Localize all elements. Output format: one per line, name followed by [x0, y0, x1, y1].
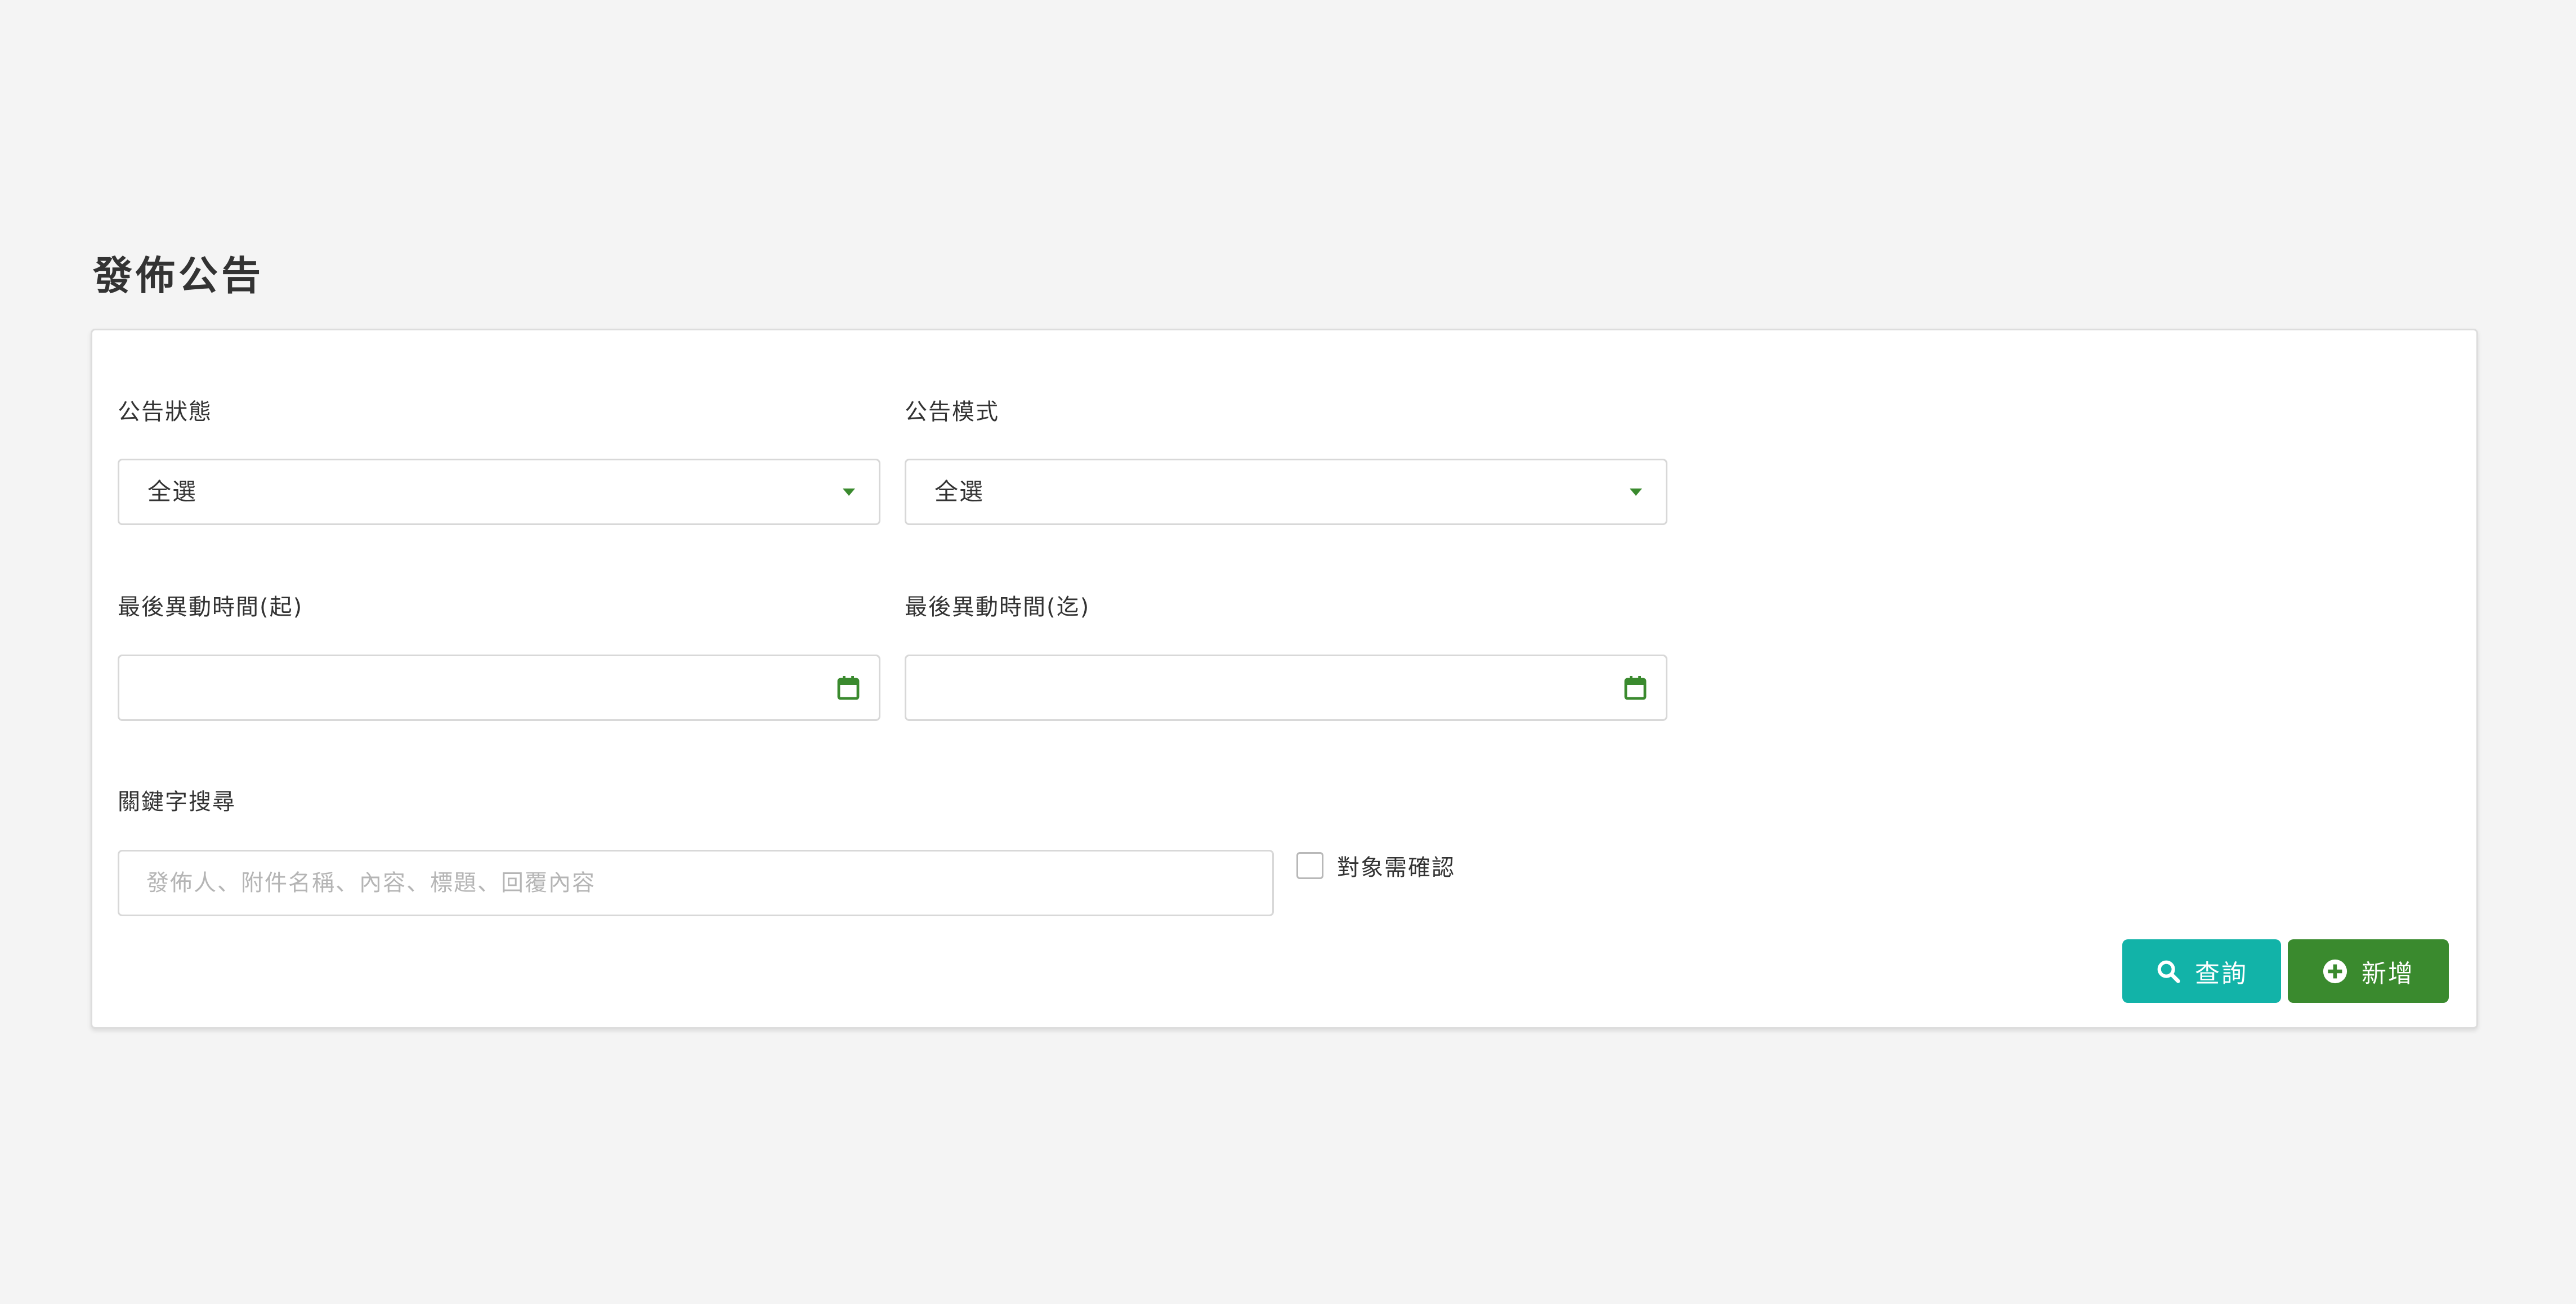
status-select-value: 全選 — [147, 478, 198, 505]
calendar-icon[interactable] — [1624, 675, 1647, 700]
status-label: 公告狀態 — [118, 399, 212, 425]
needs-confirmation-row[interactable]: 對象需確認 — [1296, 849, 1455, 882]
status-select[interactable]: 全選 — [118, 459, 880, 525]
caret-down-icon — [843, 489, 855, 496]
search-icon — [2157, 960, 2180, 983]
keyword-search-input[interactable] — [119, 852, 1272, 915]
modified-from-label: 最後異動時間(起) — [118, 594, 303, 620]
mode-select-value: 全選 — [934, 478, 985, 505]
keyword-search-field — [118, 850, 1274, 916]
keyword-label: 關鍵字搜尋 — [118, 789, 236, 815]
modified-to-label: 最後異動時間(迄) — [905, 594, 1090, 620]
query-button-label: 查詢 — [2195, 959, 2248, 988]
mode-label: 公告模式 — [905, 399, 999, 425]
caret-down-icon — [1630, 489, 1642, 496]
needs-confirmation-label: 對象需確認 — [1337, 855, 1455, 881]
page-title: 發佈公告 — [93, 253, 264, 299]
add-button[interactable]: 新增 — [2288, 939, 2449, 1003]
filter-panel: 公告狀態 全選 公告模式 全選 最後異動時間(起) 最後異動時間(迄) 關鍵字搜… — [91, 329, 2478, 1029]
modified-from-date-input[interactable] — [118, 655, 880, 721]
add-button-label: 新增 — [2362, 959, 2414, 988]
modified-to-date-input[interactable] — [905, 655, 1667, 721]
needs-confirmation-checkbox[interactable] — [1296, 852, 1323, 879]
query-button[interactable]: 查詢 — [2122, 939, 2281, 1003]
plus-circle-icon — [2323, 959, 2347, 983]
calendar-icon[interactable] — [837, 675, 860, 700]
mode-select[interactable]: 全選 — [905, 459, 1667, 525]
